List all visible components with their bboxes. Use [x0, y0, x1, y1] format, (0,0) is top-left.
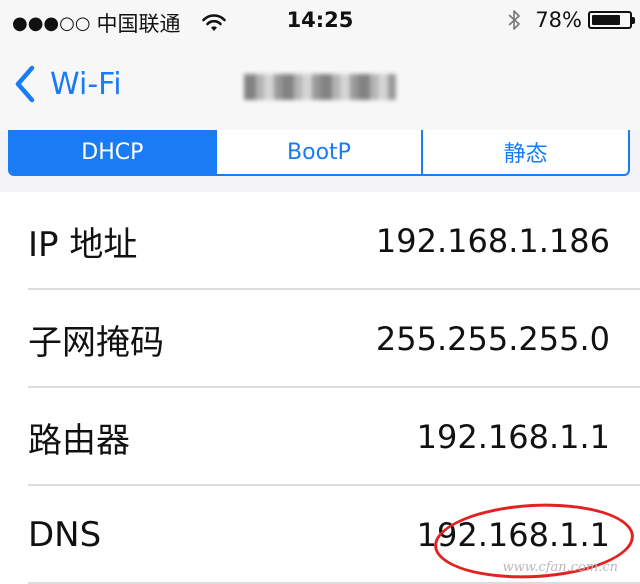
- subnet-mask-label: 子网掩码: [28, 322, 164, 363]
- ip-address-row: IP 地址 192.168.1.186: [0, 192, 640, 290]
- watermark: www.cfan.com.cn: [502, 560, 618, 575]
- navigation-bar: Wi-Fi: [0, 42, 640, 130]
- ip-address-value: 192.168.1.186: [375, 222, 610, 260]
- segment-dhcp[interactable]: DHCP: [10, 130, 215, 174]
- battery-icon: [588, 11, 635, 29]
- back-label: Wi-Fi: [50, 66, 122, 102]
- router-value: 192.168.1.1: [416, 418, 610, 456]
- bluetooth-icon: [508, 10, 521, 30]
- segment-bootp[interactable]: BootP: [214, 130, 422, 174]
- battery-percent: 78%: [535, 8, 582, 32]
- dns-label: DNS: [28, 515, 102, 555]
- status-right: 78%: [507, 8, 635, 32]
- battery-level: [592, 15, 621, 25]
- router-row: 路由器 192.168.1.1: [0, 388, 640, 486]
- network-settings-list: IP 地址 192.168.1.186 子网掩码 255.255.255.0 路…: [0, 192, 640, 584]
- ip-address-label: IP 地址: [28, 224, 138, 265]
- subnet-mask-value: 255.255.255.0: [375, 320, 610, 358]
- subnet-mask-row: 子网掩码 255.255.255.0: [0, 290, 640, 388]
- back-button[interactable]: Wi-Fi: [12, 62, 122, 106]
- chevron-left-icon: [15, 65, 35, 103]
- network-name-blurred: [244, 74, 396, 100]
- status-bar: ●●●○○ 中国联通 14:25 78%: [0, 0, 640, 42]
- segment-static[interactable]: 静态: [421, 130, 628, 174]
- router-label: 路由器: [28, 420, 130, 461]
- battery-cap: [632, 17, 635, 24]
- ip-mode-segmented-control: DHCP BootP 静态: [8, 130, 630, 176]
